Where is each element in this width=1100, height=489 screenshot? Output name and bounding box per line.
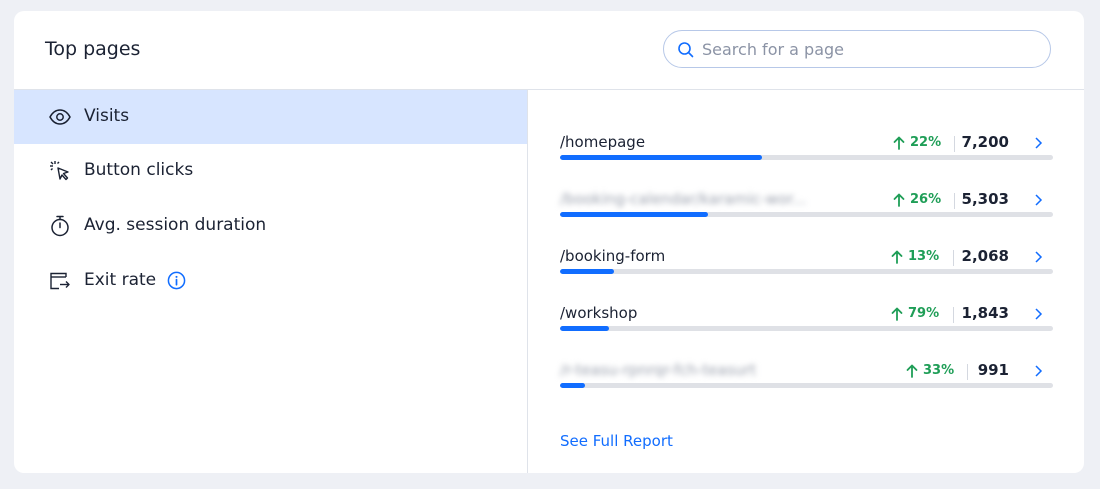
metric-item-visits[interactable]: Visits (14, 90, 527, 144)
share-bar-track (560, 212, 1053, 217)
metric-list: Visits Button clicks Avg. session durati… (14, 90, 528, 473)
change-percent: 13% (908, 249, 940, 264)
chevron-right-icon[interactable] (1033, 307, 1043, 321)
change-percent: 79% (908, 306, 940, 321)
share-bar-fill (560, 326, 610, 331)
page-row[interactable]: /r-teasu-rpnrqr-fch-teasurt 33% 991 (560, 355, 1053, 395)
metric-label: Visits (84, 106, 130, 126)
cursor-click-icon (50, 161, 69, 181)
chevron-right-icon[interactable] (1033, 364, 1043, 378)
arrow-up-icon (906, 364, 918, 378)
arrow-up-icon (891, 250, 903, 264)
chevron-right-icon[interactable] (1033, 250, 1043, 264)
visit-count: 5,303 (961, 190, 1009, 208)
share-bar-track (560, 326, 1053, 331)
info-icon[interactable] (167, 271, 186, 290)
search-icon (678, 42, 694, 58)
metric-label: Avg. session duration (84, 215, 267, 235)
pages-list: /homepage 22% 7,200 /booking-calendar/ka… (528, 90, 1084, 473)
share-bar-track (560, 269, 1053, 274)
search-input[interactable] (702, 31, 1032, 67)
metric-item-button-clicks[interactable]: Button clicks (14, 144, 527, 198)
page-row[interactable]: /homepage 22% 7,200 (560, 127, 1053, 167)
change-percent: 26% (910, 192, 942, 207)
change-percent: 22% (910, 135, 942, 150)
visit-count: 991 (977, 361, 1009, 379)
metric-label: Button clicks (84, 160, 194, 180)
exit-icon (50, 272, 70, 290)
share-bar-fill (560, 212, 708, 217)
page-path[interactable]: /workshop (560, 304, 637, 322)
stopwatch-icon (51, 215, 69, 237)
page-row[interactable]: /booking-calendar/karamic-wor... 26% 5,3… (560, 184, 1053, 224)
share-bar-fill (560, 383, 585, 388)
share-bar-fill (560, 155, 763, 160)
share-bar-track (560, 155, 1053, 160)
arrow-up-icon (893, 136, 905, 150)
card-title: Top pages (45, 38, 141, 60)
share-bar-fill (560, 269, 615, 274)
chevron-right-icon[interactable] (1033, 136, 1043, 150)
top-pages-card: Top pages Visits (14, 11, 1084, 473)
see-full-report-link[interactable]: See Full Report (560, 432, 673, 450)
metric-label: Exit rate (84, 270, 157, 290)
visit-count: 7,200 (961, 133, 1009, 151)
page-path[interactable]: /homepage (560, 133, 645, 151)
visit-count: 2,068 (961, 247, 1009, 265)
chevron-right-icon[interactable] (1033, 193, 1043, 207)
metric-item-exit-rate[interactable]: Exit rate (14, 254, 527, 308)
arrow-up-icon (891, 307, 903, 321)
arrow-up-icon (893, 193, 905, 207)
page-path[interactable]: /booking-calendar/karamic-wor... (560, 190, 806, 208)
metric-item-avg-session-duration[interactable]: Avg. session duration (14, 199, 527, 253)
page-row[interactable]: /booking-form 13% 2,068 (560, 241, 1053, 281)
search-box[interactable] (663, 30, 1051, 68)
page-path[interactable]: /booking-form (560, 247, 665, 265)
page-path[interactable]: /r-teasu-rpnrqr-fch-teasurt (560, 361, 756, 379)
share-bar-track (560, 383, 1053, 388)
card-header: Top pages (14, 11, 1084, 90)
page-row[interactable]: /workshop 79% 1,843 (560, 298, 1053, 338)
visit-count: 1,843 (961, 304, 1009, 322)
eye-icon (49, 109, 71, 125)
